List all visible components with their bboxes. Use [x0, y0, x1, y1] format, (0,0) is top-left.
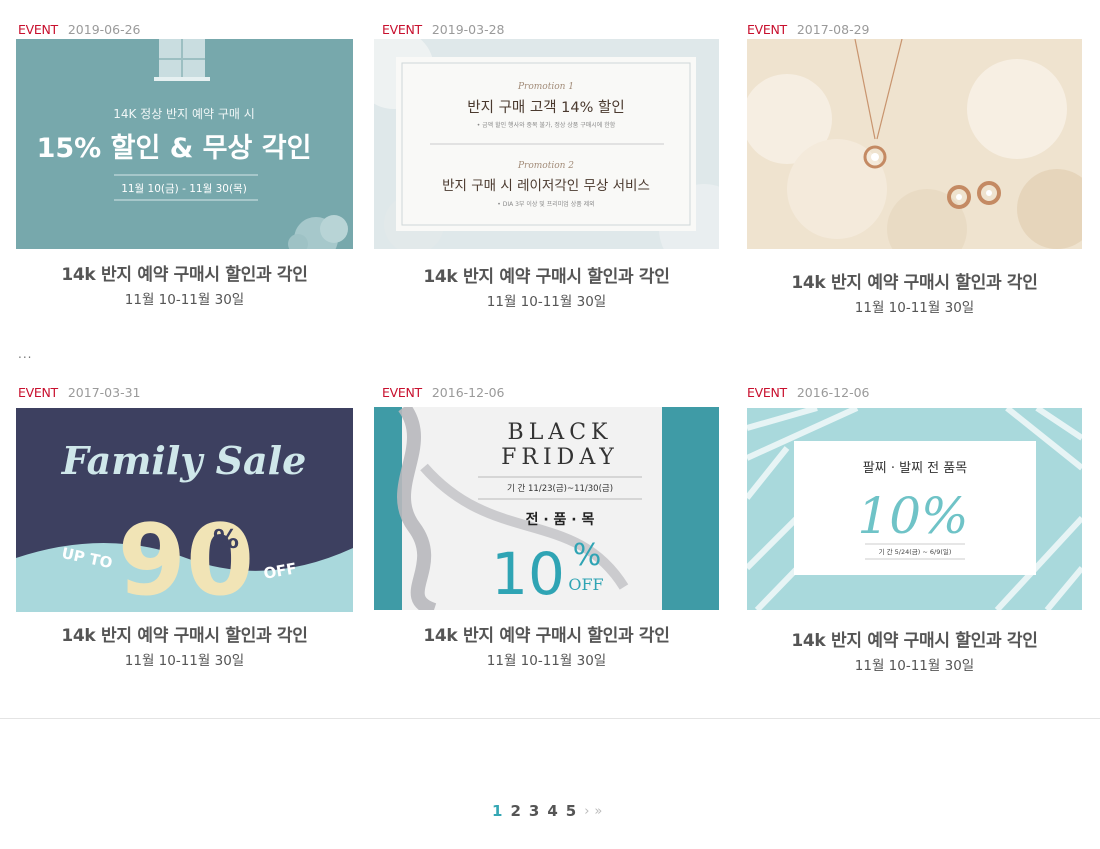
- card-meta: EVENT 2017-03-31: [18, 385, 141, 403]
- promo-label: Promotion 2: [517, 161, 574, 171]
- event-tag: EVENT: [18, 385, 58, 400]
- card-meta: EVENT 2019-06-26: [18, 22, 141, 40]
- event-title[interactable]: 14k 반지 예약 구매시 할인과 각인: [16, 621, 353, 646]
- event-period: 11월 10-11월 30일: [486, 653, 607, 669]
- banner-note: • 금액 할인 행사와 중복 불가, 정상 상품 구매시에 한함: [477, 121, 616, 129]
- banner-period: 기 간 5/24(금) ~ 6/9(일): [879, 547, 952, 556]
- event-date: 2017-08-29: [796, 22, 870, 37]
- event-date: 2019-03-28: [431, 22, 505, 37]
- event-title[interactable]: 14k 반지 예약 구매시 할인과 각인: [374, 262, 719, 287]
- event-period: 11월 10-11월 30일: [854, 300, 975, 316]
- event-date: 2016-12-06: [431, 385, 505, 400]
- banner-dates: 11월 10(금) - 11월 30(목): [121, 183, 247, 195]
- event-tag: EVENT: [18, 22, 58, 37]
- event-period: 11월 10-11월 30일: [124, 292, 245, 308]
- ellipsis-text: ...: [18, 347, 33, 361]
- event-banner-image[interactable]: BLACK FRIDAY 기 간 11/23(금)~11/30(금) 전 · 품…: [374, 407, 719, 610]
- banner-note: • DIA 3부 이상 및 프리미엄 상품 제외: [497, 200, 594, 208]
- event-banner-image[interactable]: 팔찌 · 발찌 전 품목 10% 기 간 5/24(금) ~ 6/9(일): [747, 408, 1082, 610]
- event-title[interactable]: 14k 반지 예약 구매시 할인과 각인: [374, 621, 719, 646]
- event-title[interactable]: 14k 반지 예약 구매시 할인과 각인: [747, 268, 1082, 293]
- event-period: 11월 10-11월 30일: [124, 653, 245, 669]
- banner-line: FRIDAY: [501, 445, 619, 470]
- event-tag: EVENT: [747, 385, 787, 400]
- page-link-1[interactable]: 1: [492, 802, 502, 820]
- card-meta: EVENT 2016-12-06: [747, 385, 870, 403]
- event-date: 2016-12-06: [796, 385, 870, 400]
- pagination: 1 2 3 4 5 › »: [492, 800, 602, 822]
- content-divider: [0, 718, 1100, 719]
- banner-percent: %: [213, 525, 239, 555]
- event-banner-image[interactable]: 14K 정상 반지 예약 구매 시 15% 할인 & 무상 각인 11월 10(…: [16, 39, 353, 249]
- banner-number: 10: [491, 540, 565, 608]
- page-link-2[interactable]: 2: [510, 802, 520, 820]
- promo-label: Promotion 1: [517, 82, 574, 92]
- event-banner-image[interactable]: [747, 39, 1082, 249]
- banner-number: 90: [118, 504, 254, 612]
- banner-off: OFF: [568, 575, 603, 594]
- card-meta: EVENT 2019-03-28: [382, 22, 505, 40]
- page-link-5[interactable]: 5: [566, 802, 576, 820]
- banner-line: BLACK: [508, 420, 613, 445]
- event-banner-image[interactable]: Promotion 1 반지 구매 고객 14% 할인 • 금액 할인 행사와 …: [374, 39, 719, 249]
- banner-line: 14K 정상 반지 예약 구매 시: [113, 106, 255, 121]
- event-date: 2017-03-31: [67, 385, 141, 400]
- banner-number: 10%: [857, 487, 968, 545]
- banner-headline: 15% 할인 & 무상 각인: [37, 133, 312, 164]
- event-tag: EVENT: [382, 385, 422, 400]
- card-meta: EVENT 2017-08-29: [747, 22, 870, 40]
- event-period: 11월 10-11월 30일: [854, 658, 975, 674]
- card-meta: EVENT 2016-12-06: [382, 385, 505, 403]
- page-link-4[interactable]: 4: [547, 802, 557, 820]
- banner-line: 팔찌 · 발찌 전 품목: [863, 461, 967, 476]
- event-date: 2019-06-26: [67, 22, 141, 37]
- event-title[interactable]: 14k 반지 예약 구매시 할인과 각인: [747, 626, 1082, 651]
- next-page-icon[interactable]: ›: [584, 804, 590, 819]
- banner-headline: Family Sale: [61, 438, 307, 483]
- event-period: 11월 10-11월 30일: [486, 294, 607, 310]
- event-title[interactable]: 14k 반지 예약 구매시 할인과 각인: [16, 260, 353, 285]
- banner-percent: %: [573, 538, 602, 573]
- last-page-icon[interactable]: »: [594, 804, 602, 819]
- banner-line: 반지 구매 시 레이저각인 무상 서비스: [442, 178, 650, 194]
- event-tag: EVENT: [747, 22, 787, 37]
- event-banner-image[interactable]: Family Sale UP TO 90 % OFF: [16, 408, 353, 612]
- page-link-3[interactable]: 3: [529, 802, 539, 820]
- banner-line: 반지 구매 고객 14% 할인: [467, 99, 624, 116]
- event-tag: EVENT: [382, 22, 422, 37]
- banner-period: 기 간 11/23(금)~11/30(금): [507, 483, 613, 494]
- banner-scope: 전 · 품 · 목: [526, 511, 595, 528]
